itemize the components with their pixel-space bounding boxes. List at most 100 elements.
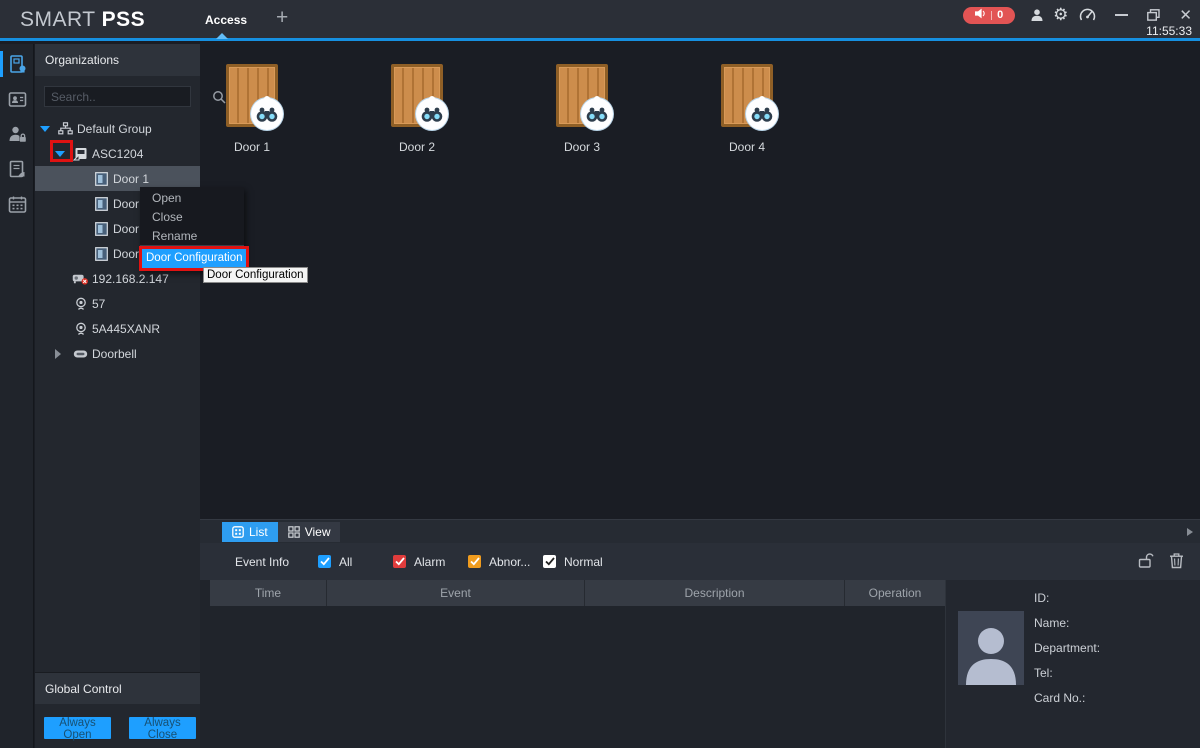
checkbox[interactable] [543,555,556,568]
speaker-icon [975,8,986,22]
door-tile-2[interactable]: Door 2 [377,64,457,154]
rail-user-permission-icon[interactable] [0,119,34,149]
binoculars-monitor-icon [251,98,283,130]
expand-panel-arrow[interactable] [1187,528,1193,536]
door-tile-label: Door 3 [542,140,622,154]
expand-arrow-icon[interactable] [40,126,57,132]
person-field-tel-: Tel: [1034,661,1100,686]
doors-console: Door 1 Door 2 Door 3 Door 4 [200,44,1200,519]
door-icon [93,247,110,261]
filter-all: All [318,555,393,569]
door-icon[interactable] [556,64,608,127]
binoculars-monitor-icon [746,98,778,130]
door-tile-1[interactable]: Door 1 [212,64,292,154]
camera-offline-icon [72,272,89,286]
tree-item-doorbell[interactable]: Doorbell [35,341,200,366]
organizations-panel: Organizations Default GroupASC1204Door 1… [35,44,200,748]
rail-schedule-icon[interactable] [0,189,34,219]
filter-abnor-: Abnor... [468,555,543,569]
door-icon[interactable] [226,64,278,127]
tab-list[interactable]: List [222,522,278,542]
user-icon[interactable] [1030,8,1044,22]
door-tile-4[interactable]: Door 4 [707,64,787,154]
filter-label: Normal [564,555,603,569]
annotation-red-box-arrow [50,140,73,162]
door-icon [93,172,110,186]
alert-badge[interactable]: 0 [963,7,1015,24]
title-bar: SMART PSS Access + 0 ⚙ ✕ 11:55:33 [0,0,1200,41]
badge-divider [991,11,992,20]
tab-access[interactable]: Access [205,13,247,27]
unlock-icon[interactable] [1138,552,1155,572]
main-area: Door 1 Door 2 Door 3 Door 4 List View Event… [200,44,1200,748]
door-icon[interactable] [721,64,773,127]
tab-view[interactable]: View [278,522,341,542]
settings-gear-icon[interactable]: ⚙ [1053,5,1068,25]
tree-item-57[interactable]: 57 [35,291,200,316]
tree-item-label: 192.168.2.147 [92,272,169,286]
tree-item-label: Door 1 [113,172,149,186]
search-box[interactable] [44,86,191,107]
search-input[interactable] [45,90,212,104]
add-tab-button[interactable]: + [276,8,288,28]
door-tile-3[interactable]: Door 3 [542,64,622,154]
checkbox[interactable] [468,555,481,568]
tree-item-label: 57 [92,297,105,311]
app-logo: SMART PSS [20,8,145,32]
filter-label: Alarm [414,555,445,569]
tree-item-label: Doorbell [92,347,137,361]
close-button[interactable]: ✕ [1179,6,1192,24]
event-filter-bar: Event Info All Alarm Abnor... Normal [200,543,1200,580]
collapse-arrow-icon[interactable] [55,349,72,359]
door-icon[interactable] [391,64,443,127]
checkbox[interactable] [318,555,331,568]
rail-access-manager-icon[interactable] [0,49,34,79]
organizations-title: Organizations [35,44,200,76]
webcam-icon [72,322,89,336]
event-table-section: TimeEventDescriptionOperation ID:Name:De… [200,580,1200,748]
avatar [958,611,1024,685]
door-icon [93,197,110,211]
person-field-department-: Department: [1034,636,1100,661]
binoculars-monitor-icon [581,98,613,130]
restore-button[interactable] [1147,9,1160,21]
column-header-event: Event [327,580,585,606]
context-menu: OpenCloseRename Door Configuration [140,187,244,271]
always-open-button[interactable]: Always Open [44,717,111,739]
webcam-icon [72,297,89,311]
clear-events-trash-icon[interactable] [1169,552,1184,572]
person-field-card-no-: Card No.: [1034,686,1100,711]
minimize-button[interactable] [1115,14,1128,16]
menu-item-open[interactable]: Open [140,189,244,208]
door-icon [93,222,110,236]
search-icon[interactable] [212,90,226,104]
person-field-name-: Name: [1034,611,1100,636]
clock: 11:55:33 [1146,24,1192,38]
column-header-description: Description [585,580,845,606]
always-close-button[interactable]: Always Close [129,717,196,739]
tab-view-label: View [305,525,331,539]
person-info-panel: ID:Name:Department:Tel:Card No.: [945,580,1200,748]
rail-id-card-icon[interactable] [0,84,34,114]
tree-item-default-group[interactable]: Default Group [35,116,200,141]
menu-item-rename[interactable]: Rename [140,227,244,246]
menu-item-close[interactable]: Close [140,208,244,227]
view-switch-bar: List View [200,519,1200,543]
active-tab-notch [216,33,228,39]
tree-item-5a445xanr[interactable]: 5A445XANR [35,316,200,341]
column-header-operation: Operation [845,580,945,606]
global-control-header: Global Control [35,672,200,704]
tree-item-label: Default Group [77,122,152,136]
door-tile-label: Door 4 [707,140,787,154]
tab-list-label: List [249,525,268,539]
alert-count: 0 [997,9,1003,21]
rail-log-icon[interactable] [0,154,34,184]
filter-label: Abnor... [489,555,530,569]
performance-gauge-icon[interactable] [1079,8,1096,22]
menu-item-door-configuration[interactable]: Door Configuration [142,249,246,268]
event-table: TimeEventDescriptionOperation [210,580,945,606]
module-rail [0,44,34,748]
event-info-label: Event Info [235,555,318,569]
checkbox[interactable] [393,555,406,568]
tree-item-label: 5A445XANR [92,322,160,336]
